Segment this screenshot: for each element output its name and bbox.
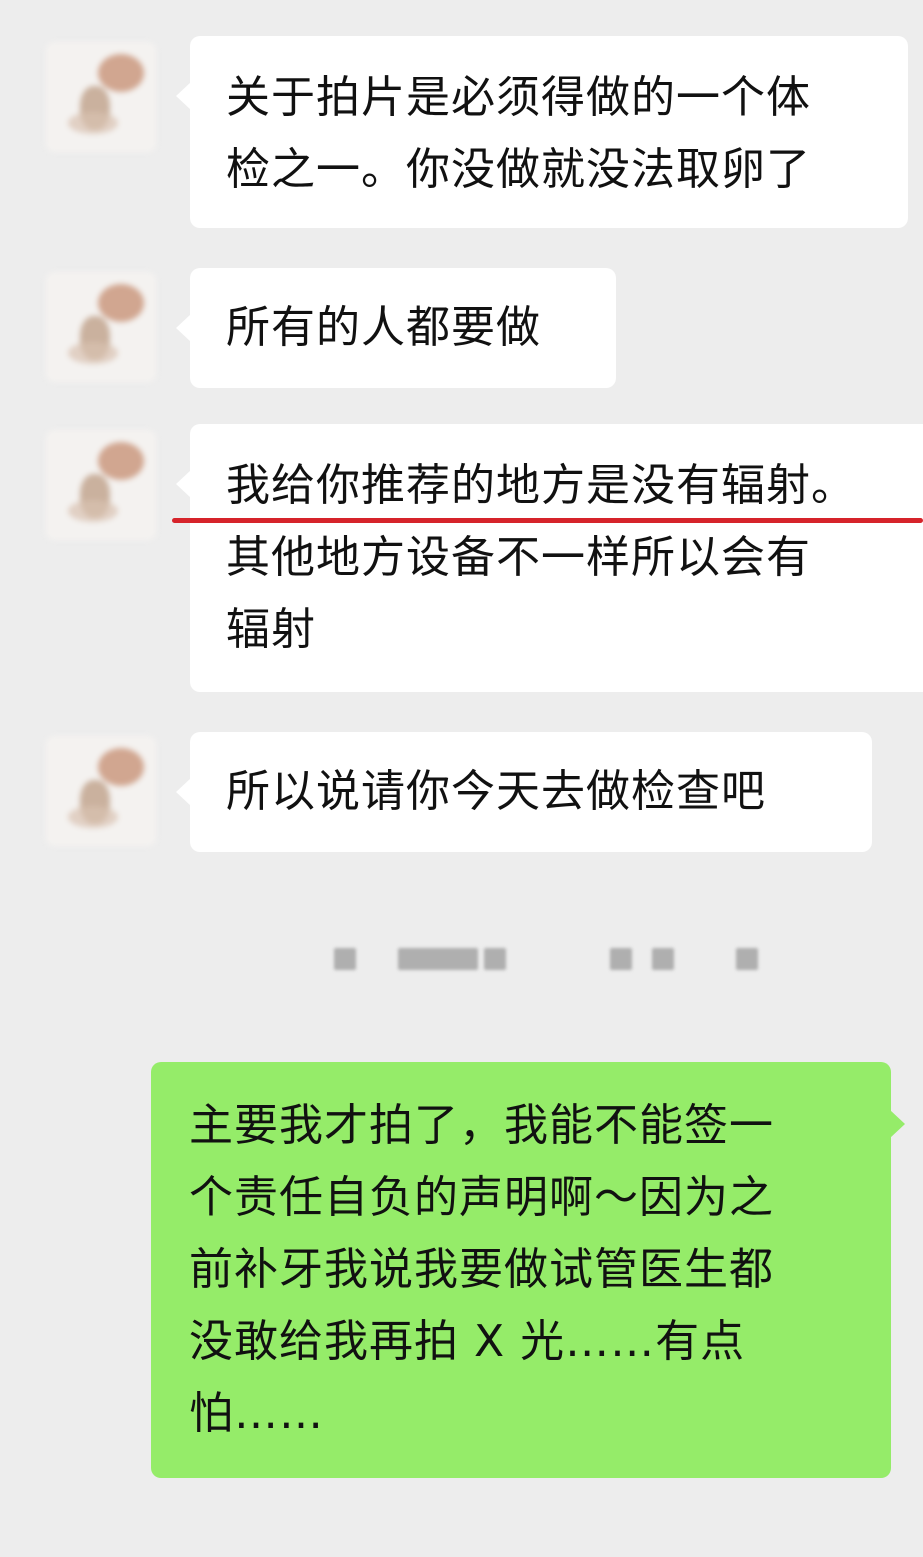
contact-avatar[interactable] xyxy=(46,430,156,540)
blurred-system-notice xyxy=(334,948,774,972)
message-line: 怕…… xyxy=(189,1388,324,1439)
message-line: 前补牙我说我要做试管医生都 xyxy=(189,1244,774,1295)
message-line: 主要我才拍了，我能不能签一 xyxy=(189,1100,774,1151)
incoming-message-bubble[interactable]: 关于拍片是必须得做的一个体 检之一。你没做就没法取卵了 xyxy=(176,36,908,228)
contact-avatar[interactable] xyxy=(46,42,156,152)
message-line: 所以说请你今天去做检查吧 xyxy=(226,766,766,817)
message-line: 其他地方设备不一样所以会有 xyxy=(226,532,811,583)
message-line: 我给你推荐的地方是没有辐射。 xyxy=(226,460,856,511)
incoming-message-bubble[interactable]: 所以说请你今天去做检查吧 xyxy=(176,732,872,852)
message-line: 个责任自负的声明啊～因为之 xyxy=(189,1172,774,1223)
incoming-message-bubble[interactable]: 所有的人都要做 xyxy=(176,268,616,388)
message-line: 关于拍片是必须得做的一个体 xyxy=(226,72,811,123)
red-highlight-underline xyxy=(172,518,923,523)
outgoing-message-bubble[interactable]: 主要我才拍了，我能不能签一 个责任自负的声明啊～因为之 前补牙我说我要做试管医生… xyxy=(151,1062,905,1478)
message-line: 没敢给我再拍 X 光……有点 xyxy=(189,1316,746,1367)
message-line: 检之一。你没做就没法取卵了 xyxy=(226,144,811,195)
incoming-message-bubble[interactable]: 我给你推荐的地方是没有辐射。 其他地方设备不一样所以会有 辐射 xyxy=(176,424,923,692)
contact-avatar[interactable] xyxy=(46,272,156,382)
message-line: 所有的人都要做 xyxy=(226,302,541,353)
message-line: 辐射 xyxy=(226,604,316,655)
contact-avatar[interactable] xyxy=(46,736,156,846)
